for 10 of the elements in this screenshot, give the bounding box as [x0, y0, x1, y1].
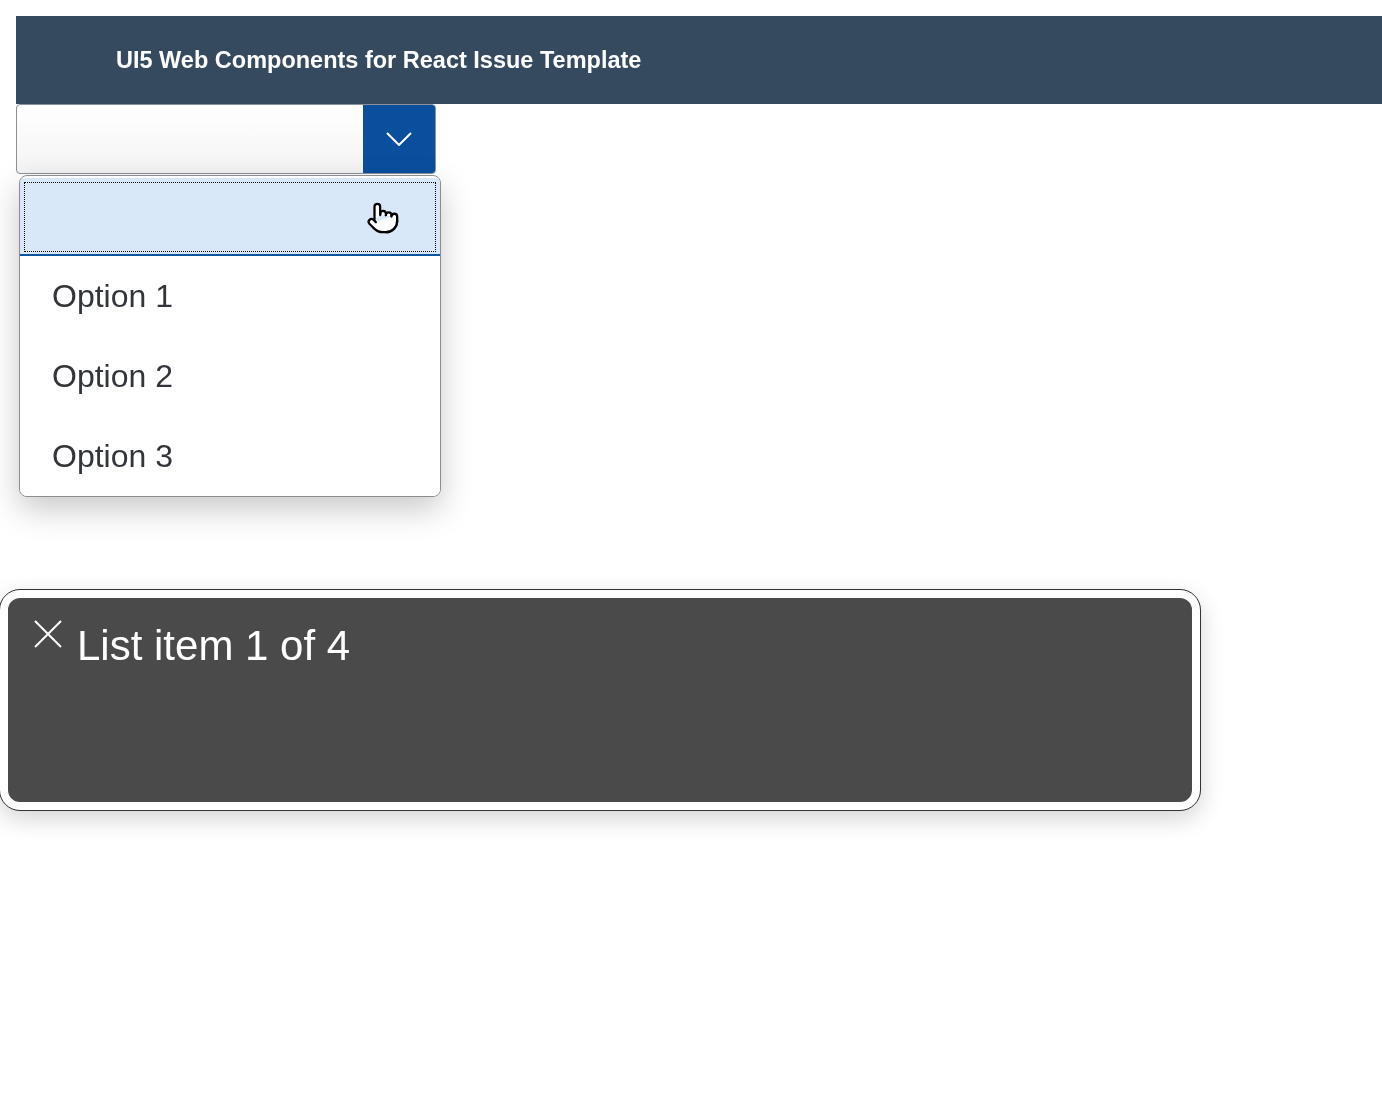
select-field[interactable] [16, 104, 436, 174]
close-icon[interactable] [34, 620, 62, 648]
hand-cursor-icon [366, 200, 400, 236]
page-title: UI5 Web Components for React Issue Template [116, 46, 642, 74]
dropdown-option[interactable]: Option 2 [20, 336, 440, 416]
dropdown-option[interactable]: Option 3 [20, 416, 440, 496]
caption-text: List item 1 of 4 [77, 622, 351, 670]
dropdown-option[interactable]: Option 1 [20, 256, 440, 336]
chevron-down-icon [386, 132, 412, 146]
dropdown-option[interactable] [20, 178, 440, 256]
